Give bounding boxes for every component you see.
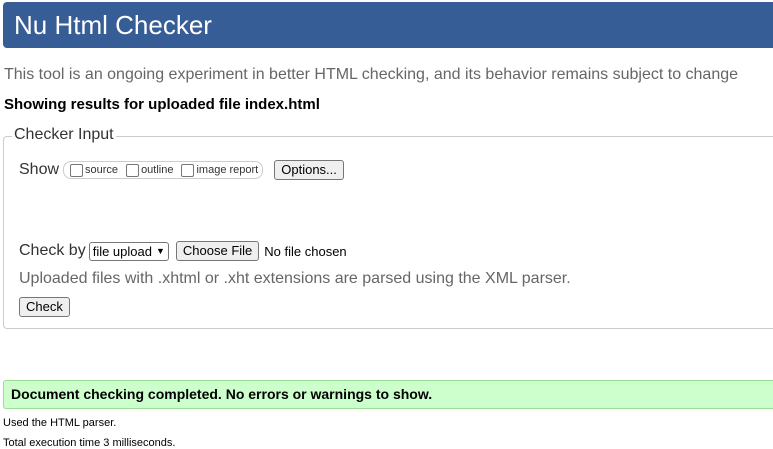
choose-file-button[interactable]: Choose File	[175, 241, 260, 261]
parser-note: Used the HTML parser.	[3, 417, 117, 429]
page-header: Nu Html Checker	[3, 2, 773, 48]
tagline: This tool is an ongoing experiment in be…	[4, 66, 739, 83]
check-by-row: Check by file upload ▼ Choose File No fi…	[19, 241, 347, 261]
show-label: Show	[19, 161, 60, 178]
outline-label: outline	[141, 164, 174, 176]
source-checkbox[interactable]	[70, 163, 84, 177]
check-by-select[interactable]: file upload ▼	[88, 241, 169, 261]
check-by-label: Check by	[19, 242, 86, 259]
checker-input-legend: Checker Input	[12, 126, 116, 144]
outline-checkbox[interactable]	[126, 163, 140, 177]
no-file-chosen-text: No file chosen	[264, 243, 347, 259]
check-by-selected-value: file upload	[92, 243, 152, 259]
success-message: Document checking completed. No errors o…	[3, 380, 773, 409]
image-report-checkbox[interactable]	[181, 163, 195, 177]
chevron-down-icon: ▼	[155, 246, 165, 256]
show-options-group: source outline image report	[63, 161, 264, 179]
results-for-heading: Showing results for uploaded file index.…	[4, 96, 320, 113]
check-button[interactable]: Check	[19, 297, 70, 317]
show-row: Show source outline image report Options…	[19, 160, 344, 180]
options-button[interactable]: Options...	[274, 160, 344, 180]
image-report-label: image report	[196, 164, 259, 176]
source-label: source	[85, 164, 119, 176]
execution-time: Total execution time 3 milliseconds.	[3, 437, 176, 449]
show-outline-option[interactable]: outline	[126, 163, 174, 177]
show-source-option[interactable]: source	[70, 163, 119, 177]
show-image-report-option[interactable]: image report	[181, 163, 259, 177]
xml-parser-note: Uploaded files with .xhtml or .xht exten…	[19, 270, 571, 287]
page-title: Nu Html Checker	[14, 10, 212, 40]
